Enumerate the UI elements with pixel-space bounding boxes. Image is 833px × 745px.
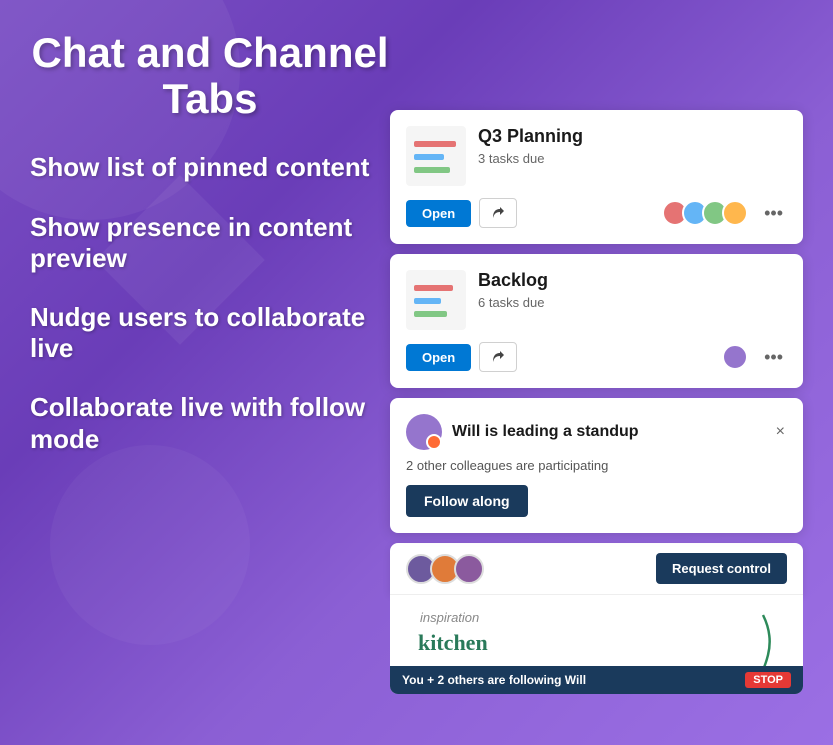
share-button-q3[interactable] [479,198,517,228]
standup-header: Will is leading a standup × [406,414,787,450]
wb-text-inspiration: inspiration [420,610,479,625]
feature-text-nudge: Nudge users to collaborate live [30,302,390,364]
page-title: Chat and Channel Tabs [30,30,390,122]
card-title-q3: Q3 Planning [478,126,787,147]
avatar-4 [722,200,748,226]
collab-avatar-3 [454,554,484,584]
share-button-backlog[interactable] [479,342,517,372]
collab-section: Request control inspiration kitchen You … [390,543,803,694]
more-button-backlog[interactable]: ••• [760,345,787,370]
stop-button[interactable]: STOP [745,672,791,688]
feature-pinned: Show list of pinned content [30,152,390,183]
open-button-backlog[interactable]: Open [406,344,471,371]
feature-text-pinned: Show list of pinned content [30,152,390,183]
card-title-backlog: Backlog [478,270,787,291]
more-button-q3[interactable]: ••• [760,201,787,226]
following-banner: You + 2 others are following Will STOP [390,666,803,694]
collab-avatars [406,554,484,584]
feature-presence: Show presence in content preview [30,212,390,274]
card-q3-planning: Q3 Planning 3 tasks due Open ••• [390,110,803,244]
collab-bar: Request control [390,543,803,594]
left-panel: Chat and Channel Tabs Show list of pinne… [30,20,390,725]
open-button-q3[interactable]: Open [406,200,471,227]
avatar-backlog-single [722,344,748,370]
close-standup-button[interactable]: × [774,421,787,443]
card-info-q3: Q3 Planning 3 tasks due [478,126,787,166]
feature-nudge: Nudge users to collaborate live [30,302,390,364]
feature-text-follow: Collaborate live with follow mode [30,392,390,454]
card-subtitle-backlog: 6 tasks due [478,295,787,310]
right-panel: Q3 Planning 3 tasks due Open ••• [390,20,803,725]
card-thumbnail-backlog [406,270,466,330]
standup-description: 2 other colleagues are participating [406,458,787,473]
wb-text-kitchen: kitchen [418,630,488,656]
share-icon [490,205,506,221]
feature-text-presence: Show presence in content preview [30,212,390,274]
standup-avatar [406,414,442,450]
following-text: You + 2 others are following Will [402,673,586,687]
request-control-button[interactable]: Request control [656,553,787,584]
card-thumbnail-q3 [406,126,466,186]
card-actions-q3: Open ••• [406,198,787,228]
card-info-backlog: Backlog 6 tasks due [478,270,787,310]
avatars-q3 [662,200,748,226]
follow-along-button[interactable]: Follow along [406,485,528,517]
whiteboard-preview: inspiration kitchen You + 2 others are f… [390,594,803,694]
avatars-backlog [722,344,748,370]
share-icon-backlog [490,349,506,365]
standup-card: Will is leading a standup × 2 other coll… [390,398,803,533]
standup-title: Will is leading a standup [452,423,764,441]
card-subtitle-q3: 3 tasks due [478,151,787,166]
card-backlog: Backlog 6 tasks due Open ••• [390,254,803,388]
card-actions-backlog: Open ••• [406,342,787,372]
feature-follow: Collaborate live with follow mode [30,392,390,454]
